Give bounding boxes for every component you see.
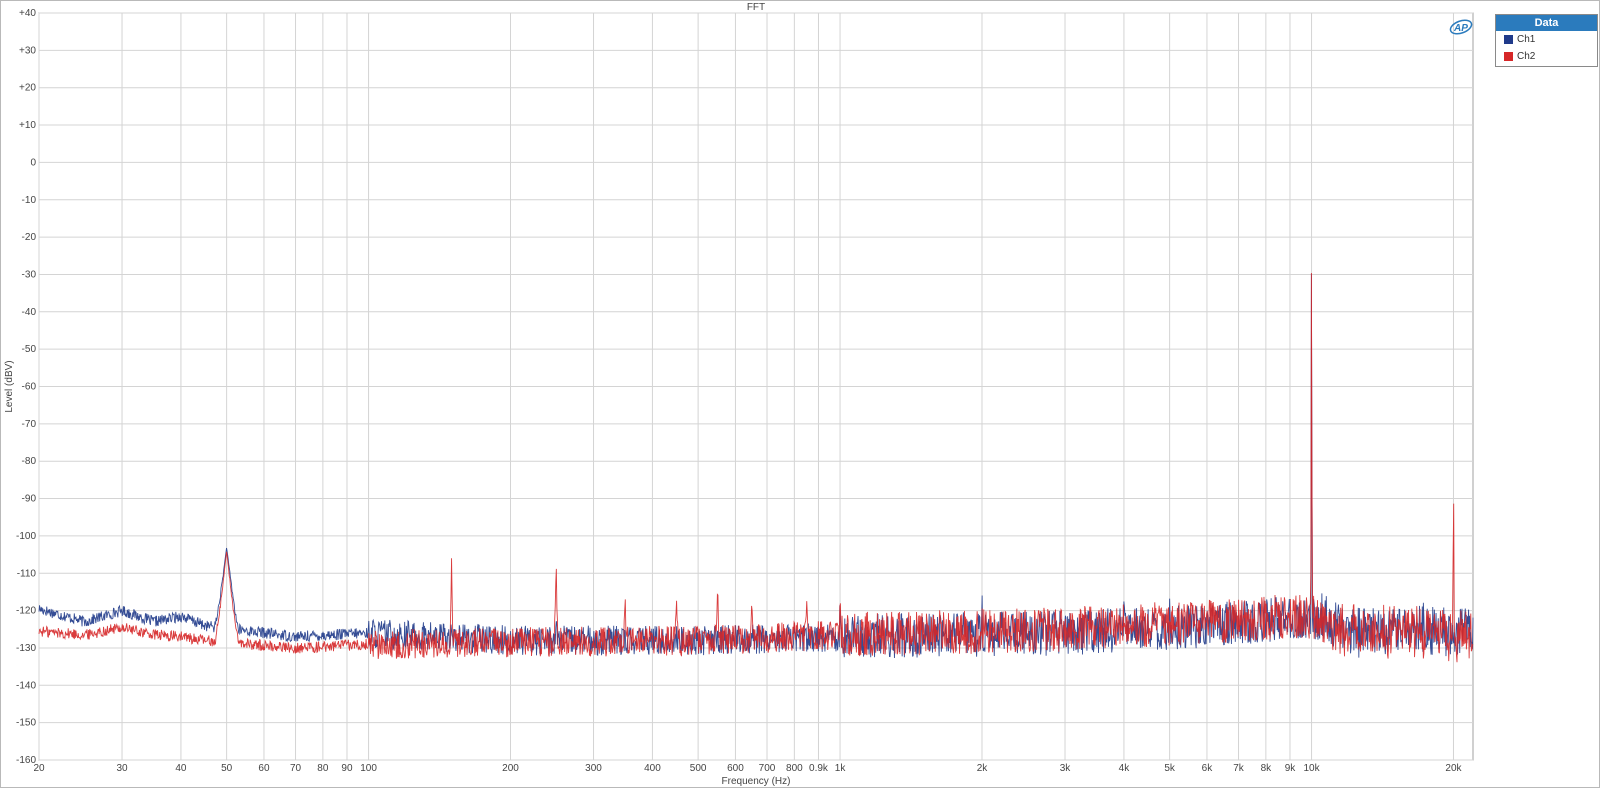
x-tick-label: 800 [786, 763, 803, 774]
y-tick-label: +30 [19, 45, 36, 56]
y-tick-label: -100 [16, 531, 36, 542]
y-tick-label: -40 [22, 307, 37, 318]
y-tick-label: -120 [16, 606, 36, 617]
y-tick-label: +40 [19, 8, 36, 19]
x-tick-label: 8k [1261, 763, 1273, 774]
x-tick-label: 5k [1164, 763, 1176, 774]
y-tick-label: +10 [19, 120, 36, 131]
ap-logo-icon: AP [1449, 19, 1473, 35]
x-tick-label: 4k [1119, 763, 1131, 774]
x-tick-label: 20k [1445, 763, 1462, 774]
x-tick-label: 30 [116, 763, 128, 774]
chart-title: FFT [747, 2, 765, 13]
y-axis-label: Level (dBV) [4, 360, 15, 412]
y-tick-label: +20 [19, 83, 36, 94]
y-tick-label: -20 [22, 232, 37, 243]
x-tick-label: 20 [33, 763, 45, 774]
x-tick-label: 60 [258, 763, 270, 774]
y-tick-label: -150 [16, 718, 36, 729]
x-tick-label: 2k [977, 763, 989, 774]
y-tick-label: -70 [22, 419, 37, 430]
x-tick-label: 9k [1285, 763, 1297, 774]
x-tick-label: 0.9k [809, 763, 829, 774]
x-tick-label: 100 [360, 763, 377, 774]
x-tick-label: 3k [1060, 763, 1072, 774]
x-tick-label: 90 [341, 763, 353, 774]
x-tick-label: 500 [690, 763, 707, 774]
x-tick-label: 80 [317, 763, 329, 774]
ch1-swatch [1504, 35, 1513, 44]
legend-item-ch1[interactable]: Ch1 [1496, 31, 1597, 48]
legend-label-ch2: Ch2 [1517, 51, 1536, 62]
y-tick-label: -30 [22, 269, 37, 280]
y-tick-label: 0 [30, 157, 36, 168]
legend-item-ch2[interactable]: Ch2 [1496, 48, 1597, 65]
x-axis-label: Frequency (Hz) [722, 776, 791, 787]
x-tick-label: 300 [585, 763, 602, 774]
x-tick-label: 7k [1233, 763, 1245, 774]
y-tick-label: -50 [22, 344, 37, 355]
y-tick-label: -140 [16, 680, 36, 691]
x-tick-label: 6k [1202, 763, 1214, 774]
y-tick-label: -130 [16, 643, 36, 654]
y-tick-label: -110 [17, 568, 37, 579]
x-tick-label: 70 [290, 763, 302, 774]
legend-title: Data [1496, 15, 1597, 31]
x-tick-label: 10k [1303, 763, 1320, 774]
x-tick-label: 50 [221, 763, 233, 774]
y-tick-label: -60 [22, 382, 37, 393]
x-tick-label: 600 [727, 763, 744, 774]
x-tick-label: 400 [644, 763, 661, 774]
x-tick-label: 1k [835, 763, 847, 774]
legend: Data Ch1 Ch2 [1495, 14, 1598, 67]
fft-chart: +40 +30 +20 +10 0 -10 -20 -30 -40 -50 -60 -70 -80 -90… [4, 2, 1474, 787]
x-tick-label: 200 [502, 763, 519, 774]
legend-label-ch1: Ch1 [1517, 34, 1536, 45]
svg-text:AP: AP [1453, 23, 1468, 34]
y-tick-label: -90 [22, 494, 37, 505]
x-tick-label: 700 [759, 763, 776, 774]
y-tick-label: -80 [22, 456, 37, 467]
ch2-swatch [1504, 52, 1513, 61]
y-tick-label: -10 [22, 195, 37, 206]
x-tick-label: 40 [175, 763, 187, 774]
